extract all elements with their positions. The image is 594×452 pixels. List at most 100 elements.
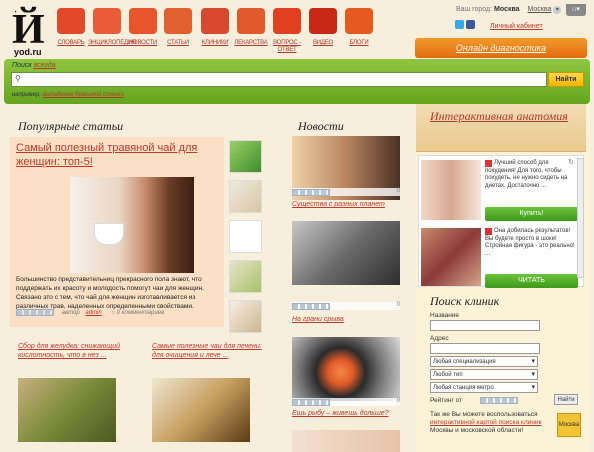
search-button[interactable]: Найти bbox=[548, 72, 584, 87]
ad-buy-button[interactable]: Купить! bbox=[485, 207, 578, 221]
clinic-address-field[interactable] bbox=[430, 343, 540, 354]
news-image[interactable] bbox=[292, 221, 400, 285]
rating-label: Рейтинг от bbox=[430, 397, 463, 404]
ad-scrollbar[interactable] bbox=[577, 158, 584, 278]
cabinet-link[interactable]: Личный кабинет bbox=[490, 23, 543, 30]
rating-filter-stars[interactable] bbox=[480, 397, 518, 404]
news-caption[interactable]: На грани срыва bbox=[292, 316, 344, 323]
rating-stars[interactable] bbox=[292, 399, 330, 407]
anatomy-link[interactable]: Интерактивная анатомия bbox=[430, 109, 568, 124]
rating-stars[interactable] bbox=[292, 303, 330, 311]
question-bubble-icon bbox=[273, 8, 301, 34]
article-thumb[interactable] bbox=[229, 260, 262, 293]
megaphone-icon bbox=[129, 8, 157, 34]
cabinet-label: Личный кабинет bbox=[490, 23, 543, 30]
clinic-search-heading: Поиск клиник bbox=[430, 294, 500, 308]
search-example-link[interactable]: выпадение брюшной стенки bbox=[43, 92, 124, 98]
news-caption[interactable]: Ешь рыбу – живешь дольше? bbox=[292, 410, 389, 417]
news-rating-bar: 0 bbox=[292, 302, 400, 311]
article-thumb[interactable] bbox=[229, 180, 262, 213]
twitter-icon[interactable] bbox=[455, 20, 464, 29]
nav-label: СТАТЬИ bbox=[167, 40, 189, 46]
nav-item-5[interactable]: КЛИНИКИ bbox=[196, 8, 234, 47]
nav-item-1[interactable]: СЛОВАРЬ bbox=[52, 8, 90, 47]
featured-article-title[interactable]: Самый полезный травяной чай для женщин: … bbox=[16, 141, 206, 169]
news-heading: Новости bbox=[298, 119, 344, 133]
nav-label: СЛОВАРЬ bbox=[57, 40, 85, 46]
search-example-prefix: например, bbox=[12, 92, 42, 98]
author-label: автор bbox=[61, 310, 80, 317]
search-example: например, выпадение брюшной стенки bbox=[12, 92, 124, 98]
ad-image[interactable] bbox=[421, 228, 481, 286]
note-prefix: Так же Вы можете воспользоваться bbox=[430, 411, 538, 418]
nav-item-6[interactable]: ЛЕКАРСТВА bbox=[232, 8, 270, 47]
online-diagnostics-button[interactable]: Онлайн диагностика bbox=[415, 38, 587, 58]
document-icon bbox=[164, 8, 192, 34]
news-count: 0 bbox=[396, 188, 400, 194]
article-thumb[interactable] bbox=[229, 140, 262, 173]
refresh-icon[interactable]: ↻ bbox=[568, 158, 574, 166]
sub-article-title[interactable]: Самые полезные чаи для печени: для очище… bbox=[152, 342, 270, 360]
featured-article-text: Большинство представительниц прекрасного… bbox=[16, 276, 204, 310]
sub-article-title[interactable]: Сбор для желудка: снижающий кислотность,… bbox=[18, 342, 138, 360]
city-label: Ваш город: bbox=[456, 6, 493, 13]
featured-article-image[interactable] bbox=[70, 177, 194, 273]
site-header: ∙ ∙ Й yod.ru СЛОВАРЬ ЭНЦИКЛОПЕДИЯ НОВОСТИ С… bbox=[0, 0, 594, 60]
pen-icon bbox=[93, 8, 121, 34]
nav-item-9[interactable]: БЛОГИ bbox=[340, 8, 378, 47]
type-select[interactable]: Любой тип bbox=[430, 369, 538, 380]
moscow-map-badge[interactable]: Москва bbox=[557, 413, 581, 437]
ad-text[interactable]: Лучший способ для похудения! Для того, ч… bbox=[485, 160, 575, 190]
note-suffix: Москвы и московской области! bbox=[430, 427, 524, 434]
news-image[interactable] bbox=[292, 430, 400, 452]
popular-heading: Популярные статьи bbox=[18, 119, 124, 133]
nav-item-3[interactable]: НОВОСТИ bbox=[124, 8, 162, 47]
search-always-link[interactable]: всегда bbox=[34, 62, 56, 69]
find-clinic-button[interactable]: Найти bbox=[554, 394, 578, 405]
city-dropdown[interactable]: Москва bbox=[528, 6, 552, 13]
news-caption[interactable]: Существа с разных планет bbox=[292, 201, 385, 208]
nav-label: НОВОСТИ bbox=[128, 40, 158, 46]
comments-count[interactable]: 0 комментариев bbox=[117, 310, 164, 316]
ad-image[interactable] bbox=[421, 160, 481, 220]
nav-item-4[interactable]: СТАТЬИ bbox=[159, 8, 197, 47]
clapperboard-icon bbox=[309, 8, 337, 34]
metro-select[interactable]: Любая станция метро bbox=[430, 382, 538, 393]
nav-item-7[interactable]: ВОПРОС - ОТВЕТ bbox=[268, 8, 306, 54]
comments-icon: ○ bbox=[111, 310, 115, 317]
author-link[interactable]: admin bbox=[85, 310, 101, 316]
news-count: 0 bbox=[396, 398, 400, 404]
clinic-name-field[interactable] bbox=[430, 320, 540, 331]
city-value: Москва bbox=[494, 6, 520, 13]
nav-item-8[interactable]: ВИДЕО bbox=[304, 8, 342, 47]
sub-article-image[interactable] bbox=[152, 378, 250, 442]
syringe-icon bbox=[201, 8, 229, 34]
article-thumb[interactable] bbox=[229, 220, 262, 253]
rating-stars[interactable] bbox=[292, 189, 330, 197]
book-icon bbox=[57, 8, 85, 34]
settings-icon[interactable]: ⌂▾ bbox=[566, 4, 586, 16]
chevron-down-icon[interactable]: ▾ bbox=[553, 6, 562, 14]
city-selector[interactable]: Ваш город: Москва Москва ▾ bbox=[456, 6, 562, 14]
rating-stars[interactable] bbox=[16, 309, 54, 316]
ad-text[interactable]: Она добилась результатов! Вы будете прос… bbox=[485, 228, 575, 258]
sub-article-image[interactable] bbox=[18, 378, 116, 442]
logo[interactable]: ∙ ∙ Й yod.ru bbox=[6, 4, 46, 58]
nav-label: ВОПРОС - ОТВЕТ bbox=[273, 40, 301, 53]
news-image[interactable] bbox=[292, 337, 400, 401]
tea-cup-image bbox=[94, 223, 124, 245]
search-input[interactable] bbox=[11, 72, 547, 87]
featured-article-meta: автор admin ○ 0 комментариев bbox=[16, 309, 216, 316]
interactive-map-link[interactable]: интерактивной картой поиска клиник bbox=[430, 419, 541, 426]
ad-read-button[interactable]: ЧИТАТЬ bbox=[485, 274, 578, 288]
facebook-icon[interactable] bbox=[466, 20, 475, 29]
nav-item-2[interactable]: ЭНЦИКЛОПЕДИЯ bbox=[88, 8, 137, 47]
article-thumb[interactable] bbox=[229, 300, 262, 333]
nav-label: ВИДЕО bbox=[312, 40, 334, 46]
nav-label: ЭНЦИКЛОПЕДИЯ bbox=[88, 40, 137, 46]
interactive-anatomy-banner[interactable]: Интерактивная анатомия bbox=[416, 104, 586, 152]
pill-icon bbox=[237, 8, 265, 34]
clinic-name-label: Название bbox=[430, 312, 460, 319]
clinic-map-note: Так же Вы можете воспользоваться интерак… bbox=[430, 411, 554, 435]
specialization-select[interactable]: Любая специализация bbox=[430, 356, 538, 367]
